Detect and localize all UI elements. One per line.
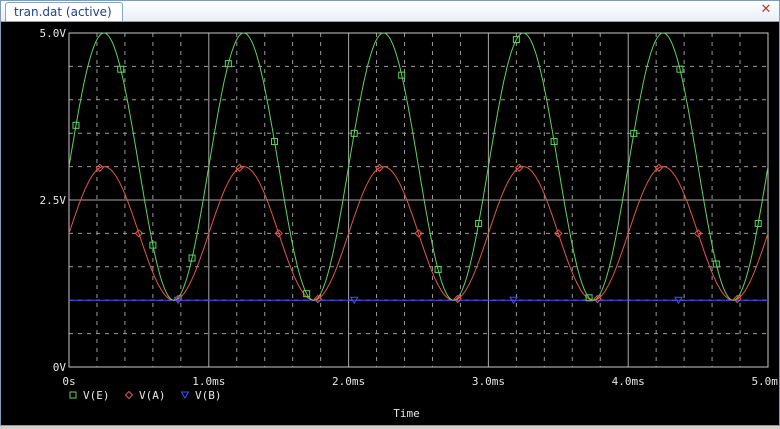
close-icon[interactable]: ✕ <box>759 3 773 17</box>
x-tick-label: 4.0ms <box>612 375 645 388</box>
x-tick-label: 0s <box>62 375 75 388</box>
legend-label[interactable]: V(E) <box>83 389 110 402</box>
waveform-chart[interactable]: 0V 2.5V 5.0V 0s 1.0ms 2.0ms 3.0ms 4.0ms 5.0ms Tim… <box>1 21 780 425</box>
y-tick-label: 5.0V <box>40 27 67 40</box>
x-tick-label: 1.0ms <box>192 375 225 388</box>
plot-area[interactable]: 0V 2.5V 5.0V 0s 1.0ms 2.0ms 3.0ms 4.0ms 5.0ms Tim… <box>1 21 780 425</box>
legend-marker-v-a <box>124 390 134 400</box>
legend-label[interactable]: V(B) <box>195 389 222 402</box>
x-axis-label: Time <box>393 407 420 420</box>
tab-active-document[interactable]: tran.dat (active) <box>5 2 123 21</box>
y-tick-label: 2.5V <box>40 194 67 207</box>
x-tick-label: 2.0ms <box>332 375 365 388</box>
tab-bar: tran.dat (active) ✕ <box>1 1 779 22</box>
plot-window: tran.dat (active) ✕ 0V 2.5V 5.0V 0s 1.0ms 2.0… <box>0 0 780 426</box>
legend-label[interactable]: V(A) <box>139 389 166 402</box>
tab-title: tran.dat (active) <box>14 5 112 19</box>
legend-marker-v-b <box>180 391 190 399</box>
legend-marker-v-e <box>69 391 77 399</box>
y-tick-label: 0V <box>53 361 67 374</box>
x-tick-label: 5.0ms <box>751 375 779 388</box>
x-tick-label: 3.0ms <box>472 375 505 388</box>
